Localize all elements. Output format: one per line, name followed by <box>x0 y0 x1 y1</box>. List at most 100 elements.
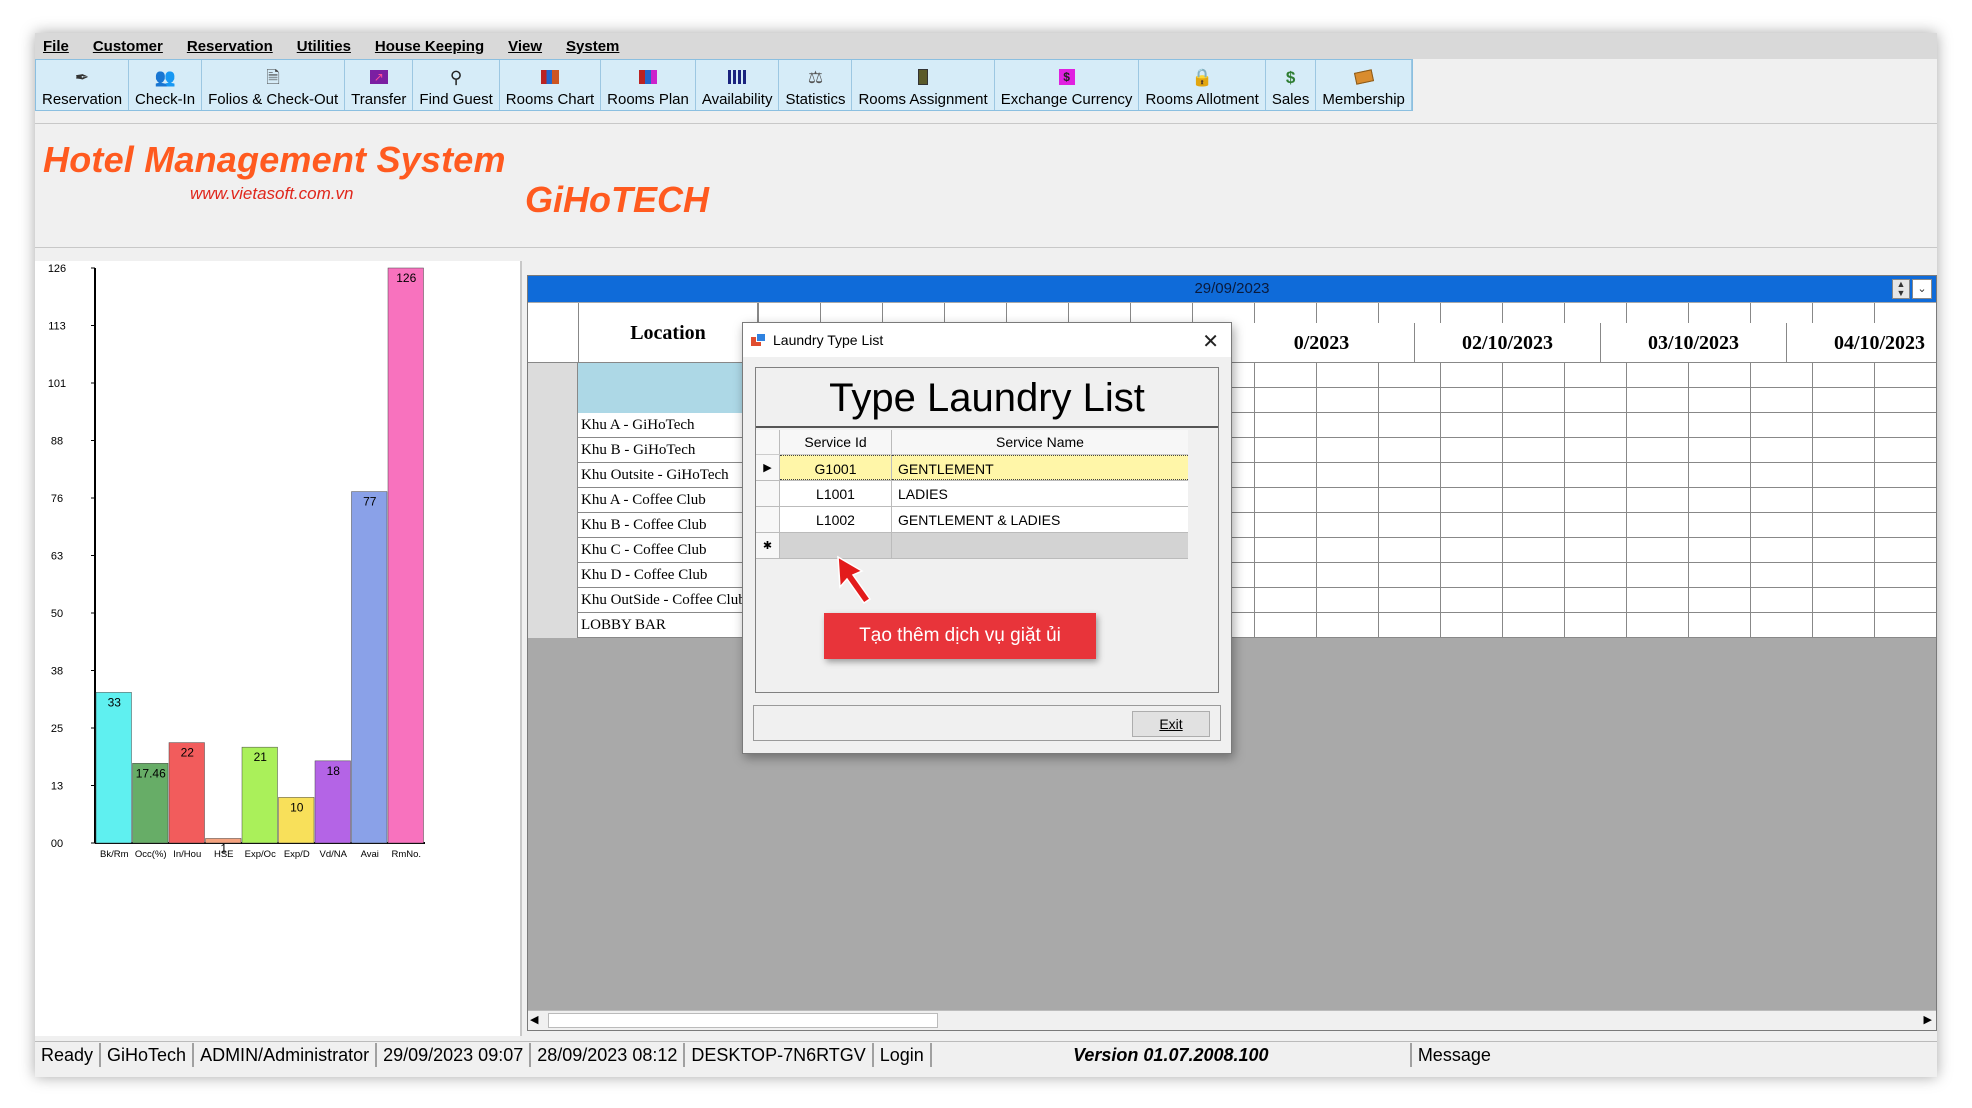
x-tick-label: Exp/D <box>284 849 310 860</box>
row-header[interactable] <box>756 507 780 532</box>
menu-system[interactable]: System <box>554 38 631 55</box>
row-selector[interactable] <box>528 463 578 488</box>
location-cell: Khu A - Coffee Club <box>578 488 758 513</box>
new-service-name-cell[interactable] <box>892 533 1188 558</box>
rooms-plan-icon <box>637 66 659 88</box>
table-row[interactable]: L1002 GENTLEMENT & LADIES <box>756 507 1188 533</box>
reservation-button[interactable]: ✒ Reservation <box>36 60 130 110</box>
location-cell: Khu B - GiHoTech <box>578 438 758 463</box>
row-selector[interactable] <box>528 363 578 388</box>
table-row[interactable]: Khu A - Coffee Club <box>528 488 1936 513</box>
statistics-button[interactable]: ⚖ Statistics <box>779 60 853 110</box>
service-name-cell[interactable]: LADIES <box>892 481 1188 506</box>
column-header-service-id[interactable]: Service Id <box>780 430 892 454</box>
menu-utilities[interactable]: Utilities <box>285 38 363 55</box>
current-row-icon[interactable]: ▶ <box>756 455 780 480</box>
x-tick-label: Bk/Rm <box>100 849 129 860</box>
status-datetime: 29/09/2023 09:07 <box>377 1042 532 1067</box>
service-name-cell[interactable]: GENTLEMENT <box>892 455 1188 480</box>
date-picker-bar[interactable]: 29/09/2023 ▲ ▼ ⌄ <box>528 276 1936 302</box>
status-bar: Ready GiHoTech ADMIN/Administrator 29/09… <box>35 1041 1937 1067</box>
service-id-cell[interactable]: L1001 <box>780 481 892 506</box>
table-row[interactable] <box>528 363 1936 388</box>
table-row[interactable]: ▶ G1001 GENTLEMENT <box>756 455 1188 481</box>
membership-button[interactable]: Membership <box>1316 60 1412 110</box>
scroll-thumb[interactable] <box>548 1013 938 1028</box>
transfer-button[interactable]: ↗ Transfer <box>345 60 414 110</box>
row-selector[interactable] <box>528 613 578 638</box>
bar-value-label: 126 <box>396 271 416 285</box>
table-row[interactable] <box>528 388 1936 413</box>
x-tick-label: RmNo. <box>391 849 421 860</box>
rooms-plan-label: Rooms Plan <box>607 91 689 108</box>
status-login: Login <box>874 1042 932 1067</box>
x-tick-label: In/Hou <box>173 849 201 860</box>
rooms-chart-button[interactable]: Rooms Chart <box>499 60 602 110</box>
menu-reservation[interactable]: Reservation <box>175 38 285 55</box>
row-header[interactable] <box>756 481 780 506</box>
location-cell: Khu A - GiHoTech <box>578 413 758 438</box>
row-selector[interactable] <box>528 438 578 463</box>
column-header-service-name[interactable]: Service Name <box>892 430 1188 454</box>
new-row-icon[interactable]: ✱ <box>756 533 780 558</box>
grid-header-row: Location 0/2023 02/10/2023 03/10/2023 04… <box>528 303 1936 363</box>
laundry-type-table: Service Id Service Name ▶ G1001 GENTLEME… <box>756 430 1188 559</box>
status-datetime: 28/09/2023 08:12 <box>531 1042 686 1067</box>
folios-check-out-button[interactable]: 🗎 Folios & Check-Out <box>202 60 346 110</box>
table-row[interactable]: Khu B - Coffee Club <box>528 513 1936 538</box>
menu-house-keeping[interactable]: House Keeping <box>363 38 496 55</box>
rooms-chart-icon <box>539 66 561 88</box>
y-tick-label: 126 <box>48 263 66 275</box>
table-row[interactable]: Khu OutSide - Coffee Club <box>528 588 1936 613</box>
find-guest-label: Find Guest <box>419 91 493 108</box>
table-row[interactable]: L1001 LADIES <box>756 481 1188 507</box>
row-selector[interactable] <box>528 488 578 513</box>
exchange-currency-button[interactable]: $ Exchange Currency <box>994 60 1140 110</box>
service-id-cell[interactable]: L1002 <box>780 507 892 532</box>
statistics-label: Statistics <box>785 91 846 108</box>
service-name-cell[interactable]: GENTLEMENT & LADIES <box>892 507 1188 532</box>
table-row[interactable]: LOBBY BAR <box>528 613 1936 638</box>
menu-file[interactable]: File <box>35 38 81 55</box>
dialog-heading: Type Laundry List <box>756 368 1218 428</box>
row-selector[interactable] <box>528 388 578 413</box>
dialog-titlebar[interactable]: Laundry Type List ✕ <box>743 323 1231 357</box>
table-row[interactable]: Khu Outsite - GiHoTech <box>528 463 1936 488</box>
sales-label: Sales <box>1271 91 1310 108</box>
chevron-down-icon[interactable]: ⌄ <box>1912 279 1932 299</box>
exit-button[interactable]: Exit <box>1132 711 1210 737</box>
dialog-footer: Exit <box>753 705 1221 741</box>
row-selector[interactable] <box>528 538 578 563</box>
rooms-plan-button[interactable]: Rooms Plan <box>601 60 696 110</box>
rooms-assignment-button[interactable]: Rooms Assignment <box>852 60 995 110</box>
horizontal-scrollbar[interactable]: ◀ ▶ <box>528 1010 1936 1030</box>
close-icon[interactable]: ✕ <box>1202 329 1219 354</box>
find-guest-button[interactable]: ⚲ Find Guest <box>413 60 500 110</box>
membership-label: Membership <box>1322 91 1405 108</box>
table-row[interactable]: Khu D - Coffee Club <box>528 563 1936 588</box>
row-selector[interactable] <box>528 413 578 438</box>
location-cell: LOBBY BAR <box>578 613 758 638</box>
row-selector[interactable] <box>528 588 578 613</box>
sales-button[interactable]: $ Sales <box>1265 60 1317 110</box>
window-icon <box>751 333 767 347</box>
date-spinner[interactable]: ▲ ▼ <box>1892 279 1910 299</box>
row-selector[interactable] <box>528 563 578 588</box>
table-row[interactable]: Khu B - GiHoTech <box>528 438 1936 463</box>
menu-view[interactable]: View <box>496 38 554 55</box>
scroll-left-icon[interactable]: ◀ <box>530 1013 538 1026</box>
service-id-cell[interactable]: G1001 <box>780 455 892 480</box>
rooms-allotment-button[interactable]: 🔒 Rooms Allotment <box>1139 60 1266 110</box>
status-machine: DESKTOP-7N6RTGV <box>685 1042 874 1067</box>
table-row[interactable]: Khu C - Coffee Club <box>528 538 1936 563</box>
availability-button[interactable]: Availability <box>695 60 780 110</box>
table-row[interactable]: Khu A - GiHoTech <box>528 413 1936 438</box>
pen-icon: ✒ <box>74 67 90 87</box>
new-row[interactable]: ✱ <box>756 533 1188 559</box>
exchange-currency-label: Exchange Currency <box>1000 91 1133 108</box>
check-in-button[interactable]: 👥 Check-In <box>129 60 203 110</box>
availability-label: Availability <box>701 91 773 108</box>
row-selector[interactable] <box>528 513 578 538</box>
scroll-right-icon[interactable]: ▶ <box>1924 1013 1932 1026</box>
menu-customer[interactable]: Customer <box>81 38 175 55</box>
